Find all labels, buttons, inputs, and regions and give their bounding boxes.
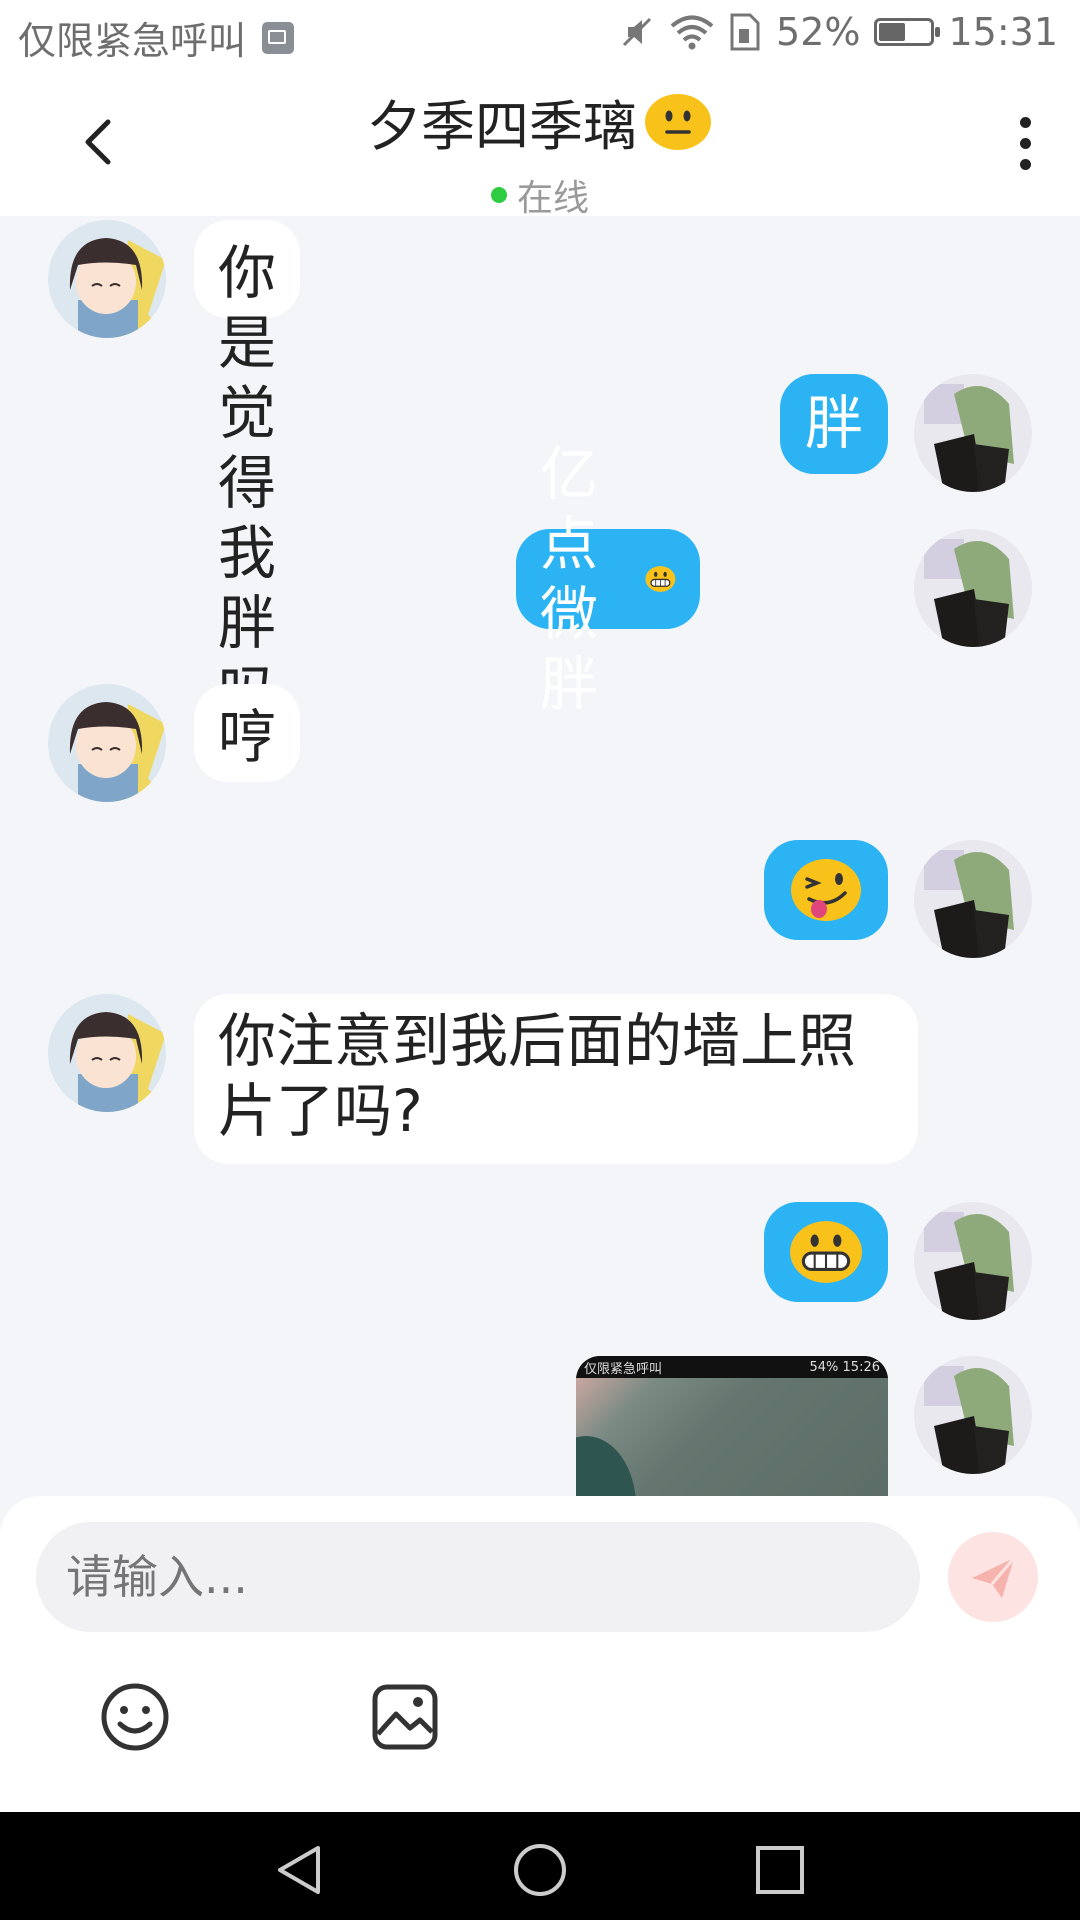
grinning-face-emoji bbox=[790, 1221, 862, 1283]
carrier-text: 仅限紧急呼叫 bbox=[18, 19, 247, 63]
battery-level-fill bbox=[879, 23, 906, 41]
message-bubble[interactable]: 你是觉得我胖吗 bbox=[194, 220, 301, 727]
status-left: 仅限紧急呼叫 bbox=[18, 10, 295, 65]
user-avatar[interactable] bbox=[914, 1202, 1032, 1320]
image-icon[interactable] bbox=[370, 1682, 440, 1752]
thumbnail-status-right: 54% 15:26 bbox=[809, 1360, 880, 1375]
message-text: 你是觉得我胖吗 bbox=[218, 239, 277, 727]
message-list[interactable]: 你是觉得我胖吗 胖 亿点微胖 bbox=[0, 216, 1080, 1496]
online-text: 在线 bbox=[516, 178, 589, 219]
thumbnail-time: 15:26 bbox=[842, 1359, 880, 1375]
thumbnail-battery: 54% bbox=[809, 1359, 839, 1375]
winking-tongue-emoji bbox=[791, 859, 861, 921]
battery-percent: 52% bbox=[776, 10, 861, 54]
chat-header: 夕季四季璃 在线 bbox=[0, 72, 1080, 219]
message-input[interactable] bbox=[36, 1522, 920, 1632]
user-avatar[interactable] bbox=[914, 1356, 1032, 1474]
contact-avatar[interactable] bbox=[48, 684, 166, 802]
grinning-face-emoji bbox=[645, 566, 676, 592]
contact-avatar[interactable] bbox=[48, 994, 166, 1112]
mute-icon bbox=[622, 17, 652, 47]
title-block: 夕季四季璃 在线 bbox=[0, 82, 1080, 221]
emoji-icon[interactable] bbox=[100, 1682, 170, 1752]
send-button[interactable] bbox=[948, 1532, 1038, 1622]
home-circle-icon[interactable] bbox=[512, 1842, 568, 1898]
message-text-line: 你注意到我后面的墙上照 bbox=[218, 1007, 857, 1075]
message-composer bbox=[0, 1496, 1080, 1812]
battery-icon bbox=[874, 18, 941, 46]
thumbnail-status-bar: 仅限紧急呼叫 54% 15:26 bbox=[576, 1356, 888, 1378]
recents-square-icon[interactable] bbox=[752, 1842, 808, 1898]
message-bubble[interactable]: 哼 bbox=[194, 684, 301, 782]
image-message[interactable]: 仅限紧急呼叫 54% 15:26 bbox=[576, 1356, 888, 1496]
message-text: 胖 bbox=[804, 389, 863, 457]
message-bubble[interactable] bbox=[764, 1202, 888, 1302]
image-notification-icon bbox=[262, 21, 295, 54]
system-navigation-bar bbox=[0, 1812, 1080, 1920]
back-triangle-icon[interactable] bbox=[272, 1842, 328, 1898]
thumbnail-status-left: 仅限紧急呼叫 bbox=[584, 1361, 663, 1377]
status-bar: 仅限紧急呼叫 52% 15:31 bbox=[0, 0, 1080, 72]
contact-avatar[interactable] bbox=[48, 220, 166, 338]
message-bubble[interactable] bbox=[764, 840, 888, 940]
wifi-icon bbox=[670, 15, 714, 50]
message-bubble[interactable]: 胖 bbox=[780, 374, 888, 474]
message-text: 哼 bbox=[218, 703, 277, 771]
status-right: 52% 15:31 bbox=[618, 10, 1058, 54]
sim-icon bbox=[730, 13, 760, 51]
online-dot-icon bbox=[490, 187, 507, 203]
user-avatar[interactable] bbox=[914, 374, 1032, 492]
user-avatar[interactable] bbox=[914, 529, 1032, 647]
contact-title: 夕季四季璃 bbox=[367, 82, 713, 161]
more-vertical-icon[interactable] bbox=[1010, 117, 1040, 177]
status-time: 15:31 bbox=[948, 10, 1058, 54]
message-bubble[interactable]: 亿点微胖 bbox=[516, 440, 701, 718]
contact-name: 夕季四季璃 bbox=[367, 95, 637, 158]
send-icon bbox=[972, 1557, 1016, 1598]
message-bubble[interactable]: 你注意到我后面的墙上照 片了吗? bbox=[194, 994, 918, 1164]
message-text: 亿点微胖 bbox=[540, 440, 599, 718]
neutral-face-emoji bbox=[645, 93, 711, 150]
message-text-line: 片了吗? bbox=[218, 1077, 423, 1145]
online-status: 在线 bbox=[0, 169, 1080, 221]
user-avatar[interactable] bbox=[914, 840, 1032, 958]
